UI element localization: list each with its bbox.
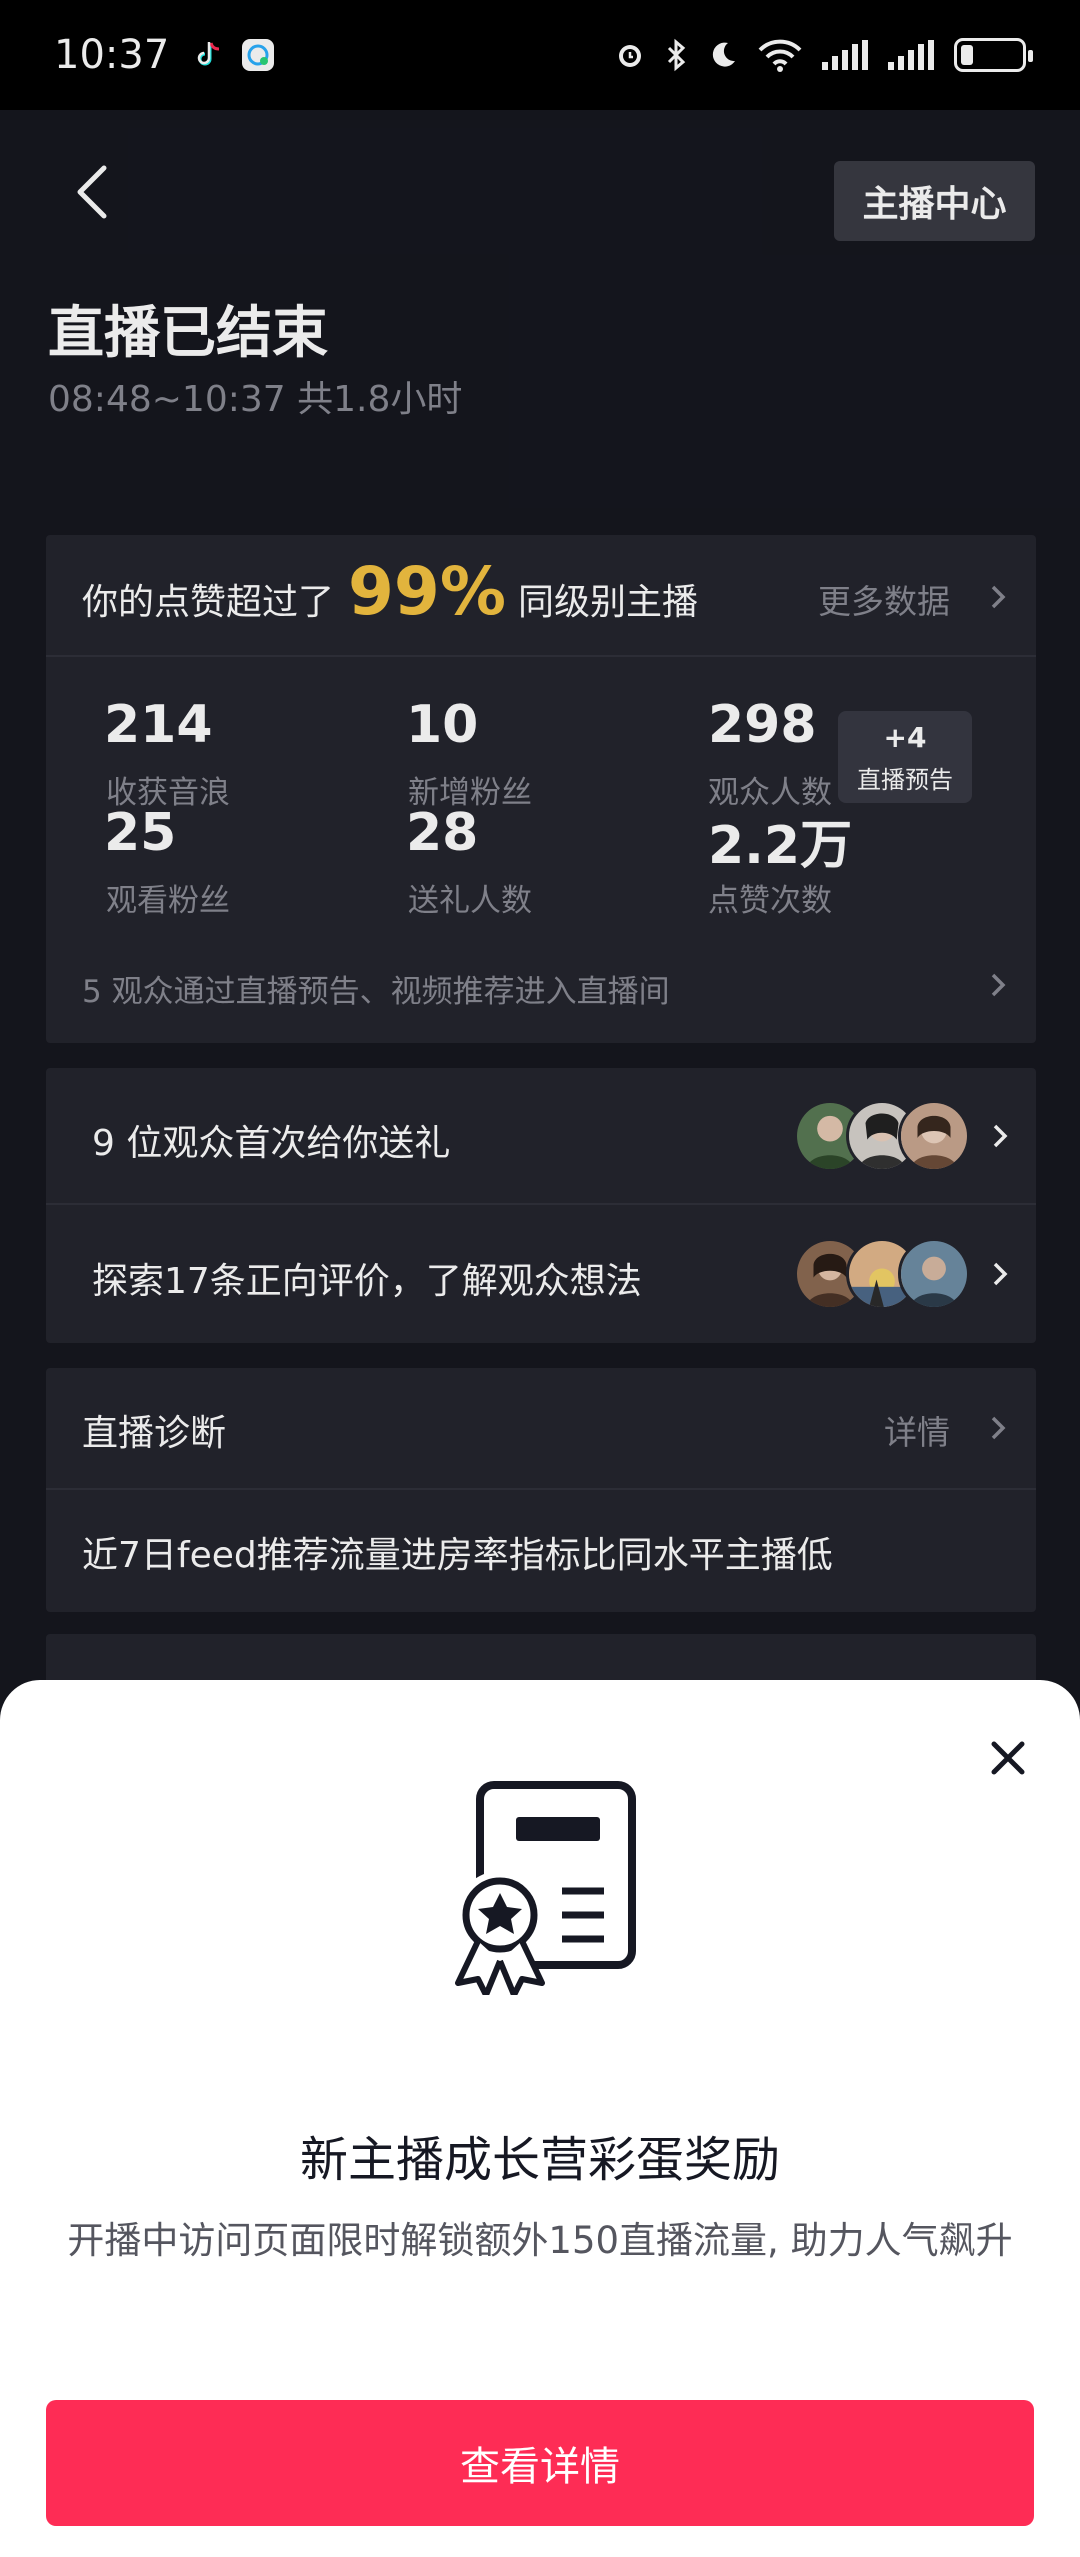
close-icon[interactable] — [986, 1736, 1030, 1780]
sheet-title: 新主播成长营彩蛋奖励 — [299, 2132, 780, 2188]
certificate-badge-icon — [455, 1781, 636, 1995]
sheet-description: 开播中访问页面限时解锁额外150直播流量, 助力人气飙升 — [67, 2219, 1013, 2262]
reward-bottom-sheet: 新主播成长营彩蛋奖励 开播中访问页面限时解锁额外150直播流量, 助力人气飙升 … — [0, 1680, 1080, 2557]
view-details-button[interactable]: 查看详情 — [46, 2400, 1034, 2526]
